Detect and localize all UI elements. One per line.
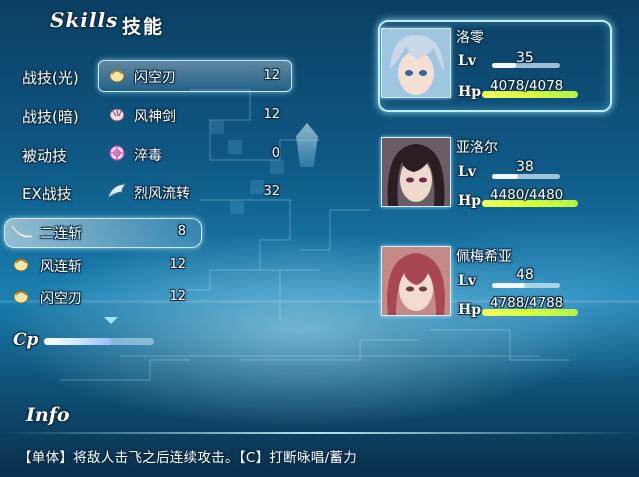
level-gauge-fill [492,283,525,288]
category-skill-value: 32 [263,184,280,199]
skill-list-item-value: 12 [169,289,186,304]
skill-list-item-name[interactable]: 二连斩 [40,223,82,243]
scroll-down-arrow-icon[interactable] [104,317,118,324]
category-label-dark[interactable]: 战技(暗) [22,106,79,127]
wing-icon [107,183,128,200]
category-skill-name[interactable]: 风神剑 [134,106,176,126]
slash-icon [11,225,33,238]
hp-value: 4480/4480 [490,187,564,203]
skill-description: 【单体】将敌人击飞之后连续攻击。【C】打断咏唱/蓄力 [18,450,358,466]
skill-list-item-value: 8 [177,224,186,239]
category-label-ex[interactable]: EX战技 [22,183,72,204]
divider [0,432,639,434]
hp-label: Hp [458,84,482,100]
level-value: 38 [516,159,534,175]
level-value: 35 [516,50,534,66]
hp-label: Hp [458,193,482,209]
hp-value: 4078/4078 [490,78,564,94]
cp-gauge-fill [44,338,113,345]
info-label: Info [26,404,70,426]
fist-icon [109,69,125,83]
skill-list-item-name[interactable]: 闪空刃 [40,288,82,308]
fist-icon [13,290,29,304]
skill-list-item-value: 12 [169,257,186,272]
cp-gauge [44,338,154,345]
lv-label: Lv [458,273,476,289]
level-gauge [492,283,560,288]
category-skill-name[interactable]: 闪空刃 [134,67,176,87]
hp-label: Hp [458,302,482,318]
character-name: 佩梅希亚 [456,249,512,265]
category-label-passive[interactable]: 被动技 [22,145,67,166]
category-skill-value: 12 [263,68,280,83]
hp-value: 4788/4788 [490,295,564,311]
category-skill-value: 12 [263,107,280,122]
target-icon [109,145,125,161]
skills-title-en: Skills [50,8,119,32]
lv-label: Lv [458,164,476,180]
category-skill-value: 0 [271,146,280,161]
category-skill-name[interactable]: 烈风流转 [134,183,190,203]
character-name: 洛零 [456,30,484,46]
skills-title-cn: 技能 [122,16,165,38]
cp-label: Cp [13,330,39,350]
level-value: 48 [516,267,534,283]
character-portrait-yaluoer [381,137,451,207]
level-gauge-fill [492,174,518,179]
category-label-light[interactable]: 战技(光) [22,67,79,88]
skill-list-item-name[interactable]: 风连斩 [40,256,82,276]
fist-icon [13,258,29,272]
level-gauge-fill [492,63,516,68]
character-portrait-peimeixiya [381,246,451,316]
character-name: 亚洛尔 [456,140,498,156]
claw-icon [109,108,125,122]
lv-label: Lv [458,53,476,69]
category-skill-name[interactable]: 淬毒 [134,145,162,165]
character-portrait-luoling [381,28,451,98]
